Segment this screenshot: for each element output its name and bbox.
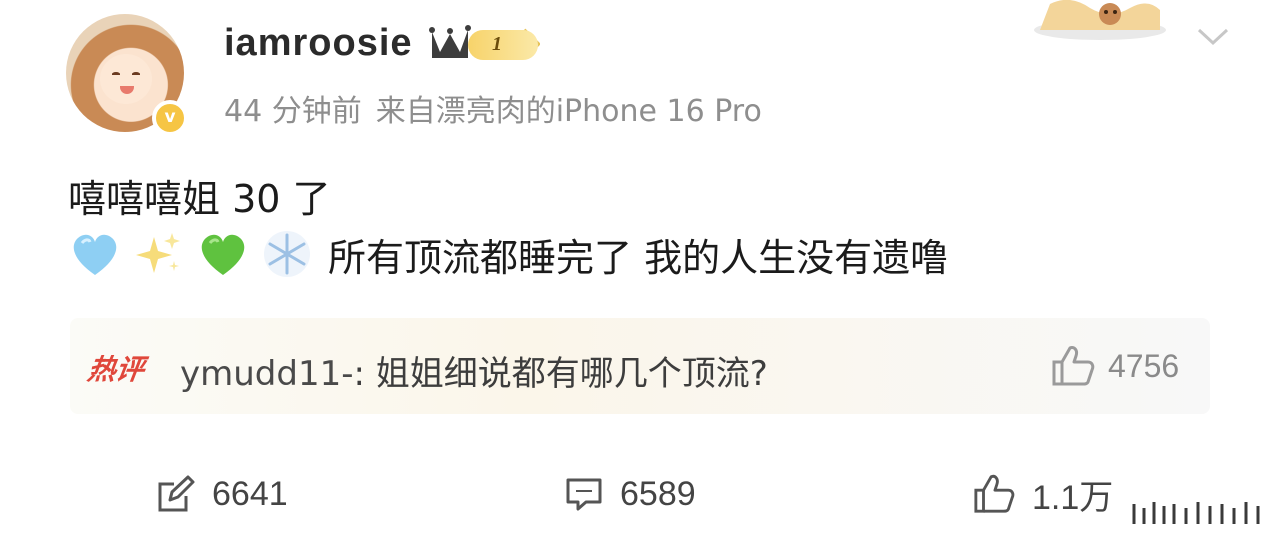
repost-button[interactable]: 6641: [156, 462, 288, 526]
action-bar: 6641 6589 1.1万: [0, 462, 1280, 526]
avatar-face: [100, 54, 152, 104]
like-button[interactable]: 1.1万: [972, 462, 1113, 526]
decorative-sticker-icon: [1034, 0, 1166, 40]
post-text-line-1: 嘻嘻嘻姐 30 了: [68, 177, 331, 221]
avatar[interactable]: v: [66, 14, 188, 136]
hot-comment-user[interactable]: ymudd11-: [180, 354, 354, 394]
post-time: 44 分钟前: [224, 94, 362, 129]
like-count: 1.1万: [1032, 478, 1114, 517]
chevron-down-icon[interactable]: [1196, 26, 1230, 48]
snowflake-icon: [264, 231, 310, 277]
post-text-line-2-text: 所有顶流都睡完了 我的人生没有遗噜: [328, 235, 949, 280]
verified-badge: v: [152, 100, 188, 136]
comment-icon: [566, 478, 602, 511]
post-meta: 44 分钟前 来自漂亮肉的iPhone 16 Pro: [224, 86, 762, 130]
hot-comment-like-button[interactable]: 4756: [1050, 344, 1210, 388]
post-source: 来自漂亮肉的iPhone 16 Pro: [375, 94, 762, 129]
hot-comment-like-count: 4756: [1108, 347, 1180, 384]
weibo-post: v iamroosie 1 44 分钟前 来自漂亮肉的iPhone 16 Pro …: [0, 0, 1280, 547]
comment-count: 6589: [620, 474, 696, 513]
comment-button[interactable]: 6589: [564, 462, 696, 526]
hot-comment[interactable]: 热评 ymudd11-: 姐姐细说都有哪几个顶流? 4756: [70, 318, 1210, 414]
thumbs-up-icon: [1052, 346, 1095, 386]
thumbs-up-icon: [974, 474, 1015, 513]
sparkles-icon: [136, 233, 180, 273]
repost-icon: [158, 475, 195, 512]
hot-comment-tag: 热评: [85, 353, 147, 386]
hot-comment-body: : 姐姐细说都有哪几个顶流?: [353, 354, 768, 394]
username[interactable]: iamroosie: [224, 22, 413, 65]
watermark-icon: [1132, 502, 1260, 524]
level-badge: 1: [468, 30, 538, 60]
green-heart-icon: [201, 234, 245, 275]
repost-count: 6641: [212, 474, 288, 513]
hot-comment-text: ymudd11-: 姐姐细说都有哪几个顶流?: [180, 346, 768, 395]
light-blue-heart-icon: [73, 234, 117, 275]
post-text-line-2: 所有顶流都睡完了 我的人生没有遗噜: [68, 224, 948, 284]
